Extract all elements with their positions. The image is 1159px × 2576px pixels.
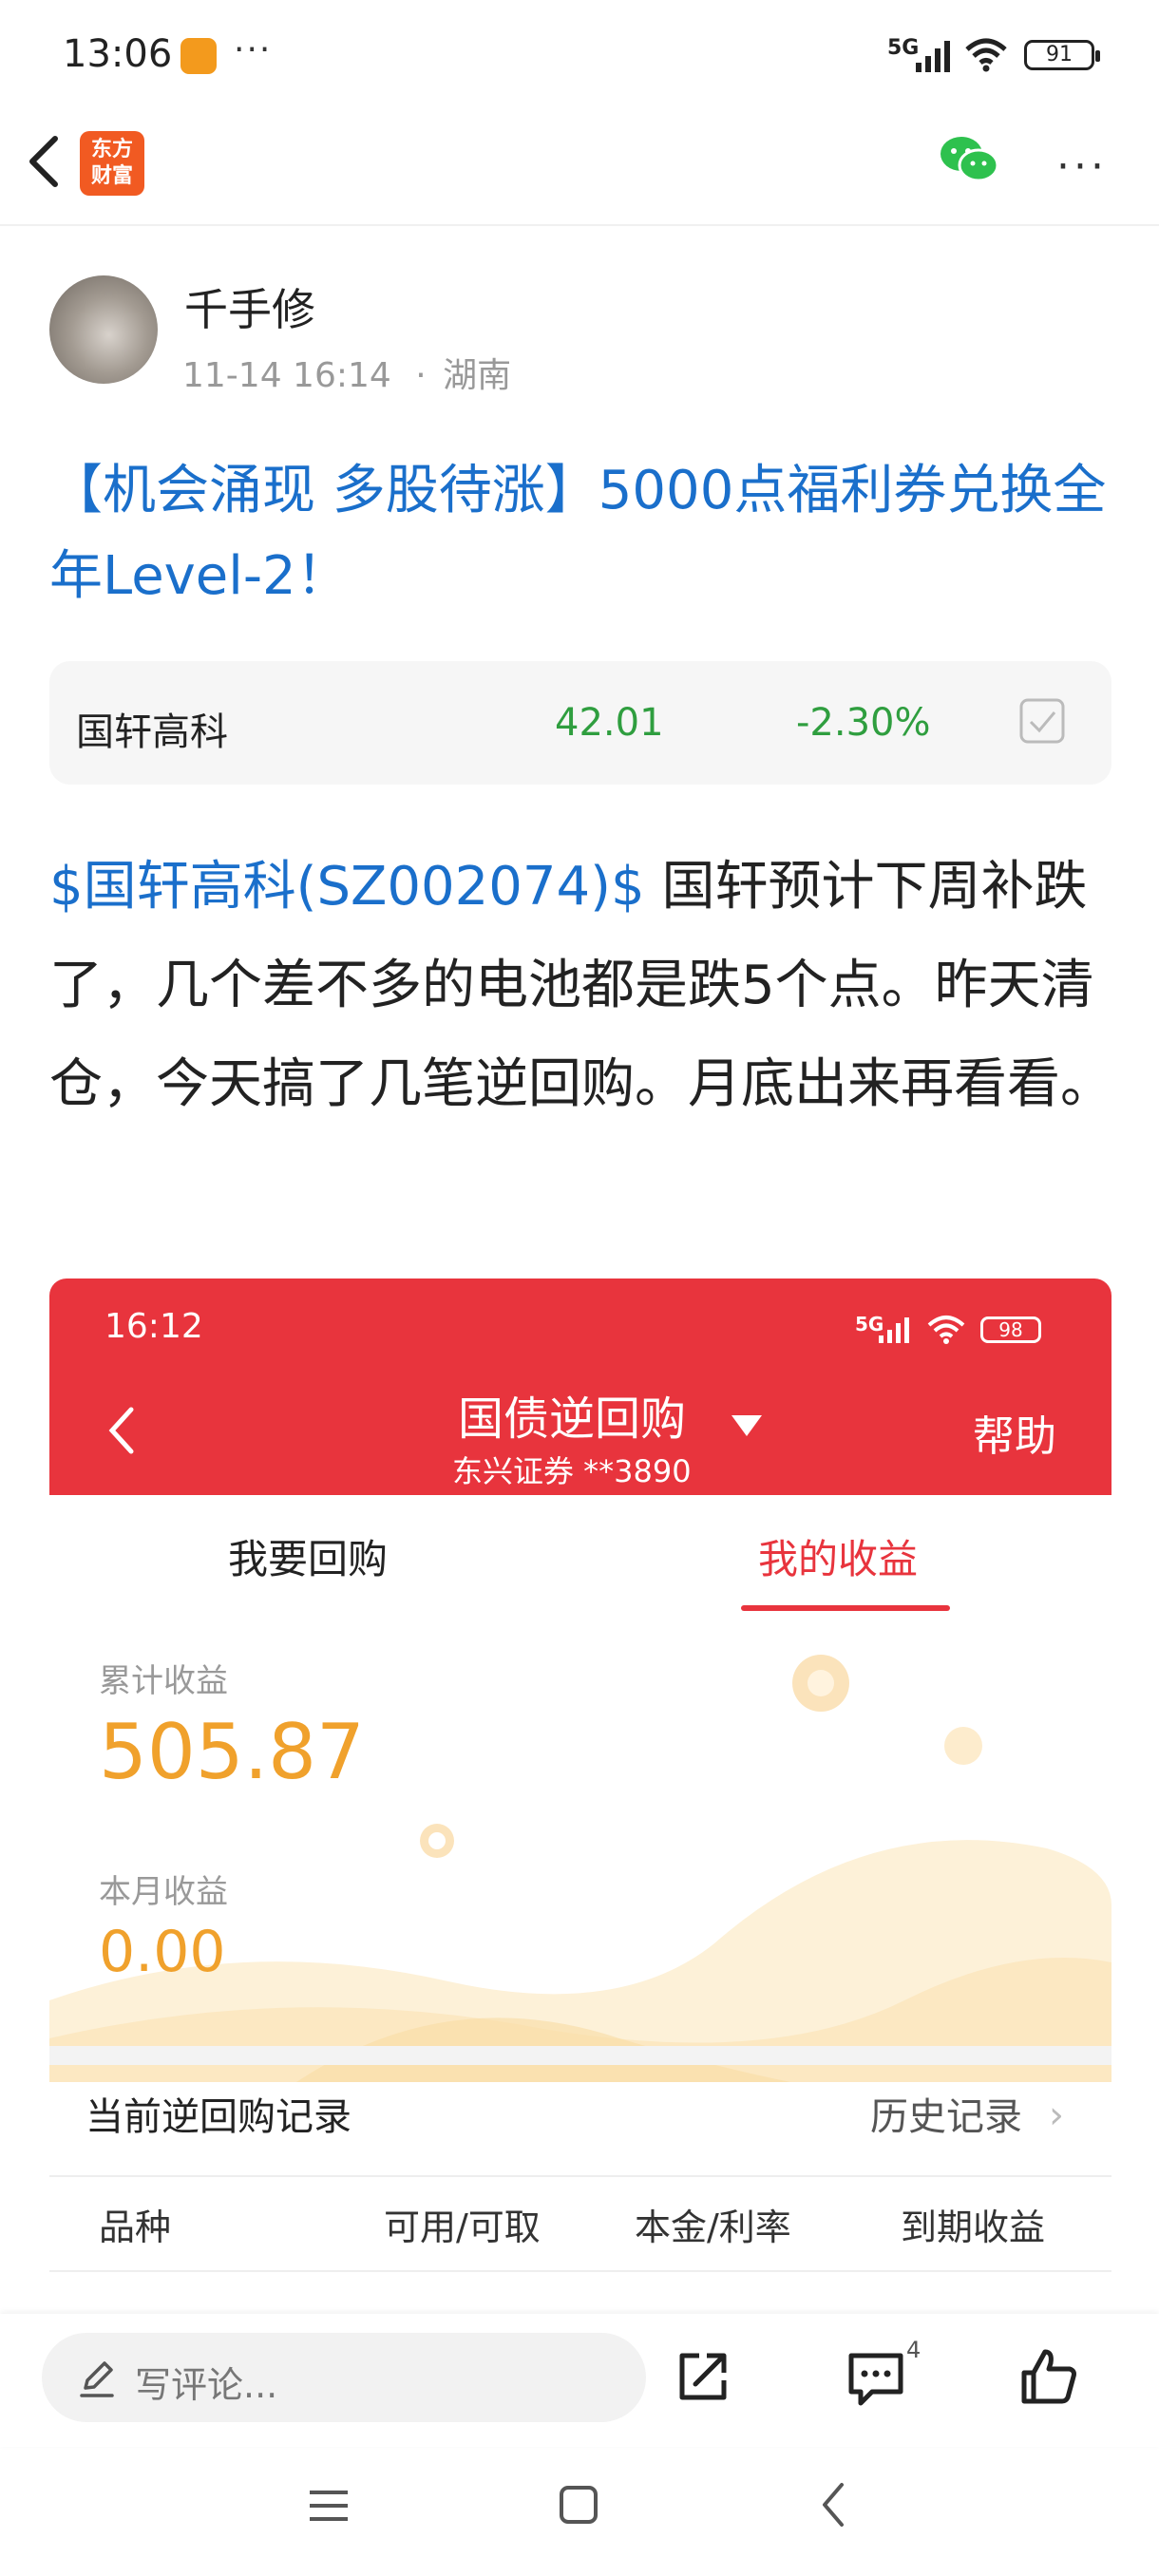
- add-watchlist-icon[interactable]: [1018, 697, 1066, 745]
- stock-change: -2.30%: [796, 701, 931, 745]
- status-time: 13:06: [63, 32, 173, 76]
- embedded-signal-icon: [879, 1317, 909, 1343]
- nav-divider: [0, 224, 1159, 226]
- embedded-back-icon: [108, 1407, 134, 1454]
- comment-count: 4: [906, 2337, 922, 2363]
- thumbs-up-icon[interactable]: [1018, 2346, 1079, 2407]
- back-button[interactable]: [21, 133, 68, 190]
- post-title-link[interactable]: 【机会涌现 多股待涨】5000点福利券兑换全年Level-2！: [49, 448, 1113, 619]
- system-back-button[interactable]: [819, 2481, 847, 2529]
- comment-placeholder[interactable]: 写评论...: [135, 2356, 277, 2408]
- logo-line1: 东方: [90, 138, 133, 161]
- dropdown-triangle-icon: [732, 1415, 762, 1436]
- total-earnings-value: 505.87: [99, 1708, 365, 1796]
- logo-line2: 财富: [90, 164, 133, 188]
- embedded-wifi-icon: [927, 1316, 965, 1344]
- system-home-button[interactable]: [559, 2485, 598, 2525]
- embedded-battery-icon: 98: [980, 1316, 1041, 1343]
- column-header: 本金/利率: [635, 2207, 791, 2248]
- section-separator: [49, 2046, 1112, 2065]
- embedded-account: 东兴证券 **3890: [452, 1453, 692, 1489]
- column-header: 到期收益: [901, 2207, 1046, 2248]
- wifi-icon: [965, 38, 1007, 72]
- meta-separator: ·: [415, 356, 427, 395]
- author-avatar[interactable]: [49, 275, 158, 384]
- month-earnings-value: 0.00: [99, 1919, 226, 1985]
- embedded-tab-buy: 我要回购: [228, 1536, 389, 1582]
- total-earnings-label: 累计收益: [99, 1662, 228, 1700]
- battery-icon: 91: [1024, 40, 1100, 70]
- post-time: 11-14 16:14: [182, 356, 391, 395]
- share-icon[interactable]: [674, 2348, 732, 2405]
- embedded-status-time: 16:12: [104, 1307, 203, 1346]
- author-name[interactable]: 千手修: [184, 275, 315, 338]
- month-earnings-label: 本月收益: [99, 1873, 228, 1911]
- signal-icon: [916, 41, 950, 72]
- comment-icon[interactable]: [846, 2348, 906, 2409]
- pen-icon: [80, 2361, 114, 2397]
- records-divider: [49, 2270, 1112, 2272]
- embedded-header: 16:12 5G 98 国债逆回购 东兴证券 **3890 帮助: [49, 1279, 1112, 1495]
- column-header: 可用/可取: [384, 2207, 541, 2248]
- history-link: 历史记录: [870, 2095, 1022, 2139]
- app-notification-icon: [180, 38, 217, 74]
- embedded-title: 国债逆回购: [458, 1392, 687, 1446]
- records-title: 当前逆回购记录: [86, 2095, 352, 2139]
- system-menu-button[interactable]: [308, 2487, 350, 2525]
- status-more-icon: ···: [234, 30, 273, 69]
- post-location: 湖南: [443, 356, 512, 395]
- stock-tag-link[interactable]: $国轩高科(SZ002074)$: [49, 856, 645, 918]
- post-meta: 11-14 16:14 · 湖南: [182, 348, 511, 397]
- comment-input[interactable]: [42, 2333, 646, 2422]
- active-tab-indicator: [741, 1605, 950, 1611]
- stock-name: 国轩高科: [76, 710, 228, 754]
- chevron-right-icon: ›: [1049, 2093, 1064, 2137]
- embedded-help: 帮助: [973, 1412, 1056, 1461]
- records-divider: [49, 2175, 1112, 2177]
- column-header: 品种: [99, 2207, 172, 2248]
- stock-price: 42.01: [555, 701, 664, 745]
- post-body: $国轩高科(SZ002074)$ 国轩预计下周补跌了，几个差不多的电池都是跌5个…: [49, 838, 1123, 1134]
- app-logo[interactable]: 东方 财富: [80, 131, 144, 196]
- embedded-tab-earnings: 我的收益: [758, 1536, 919, 1582]
- embedded-screenshot[interactable]: 16:12 5G 98 国债逆回购 东兴证券 **3890 帮助 我要回购 我的…: [49, 1279, 1112, 2314]
- more-options-button[interactable]: ···: [1056, 142, 1108, 191]
- wechat-share-icon[interactable]: [939, 133, 999, 186]
